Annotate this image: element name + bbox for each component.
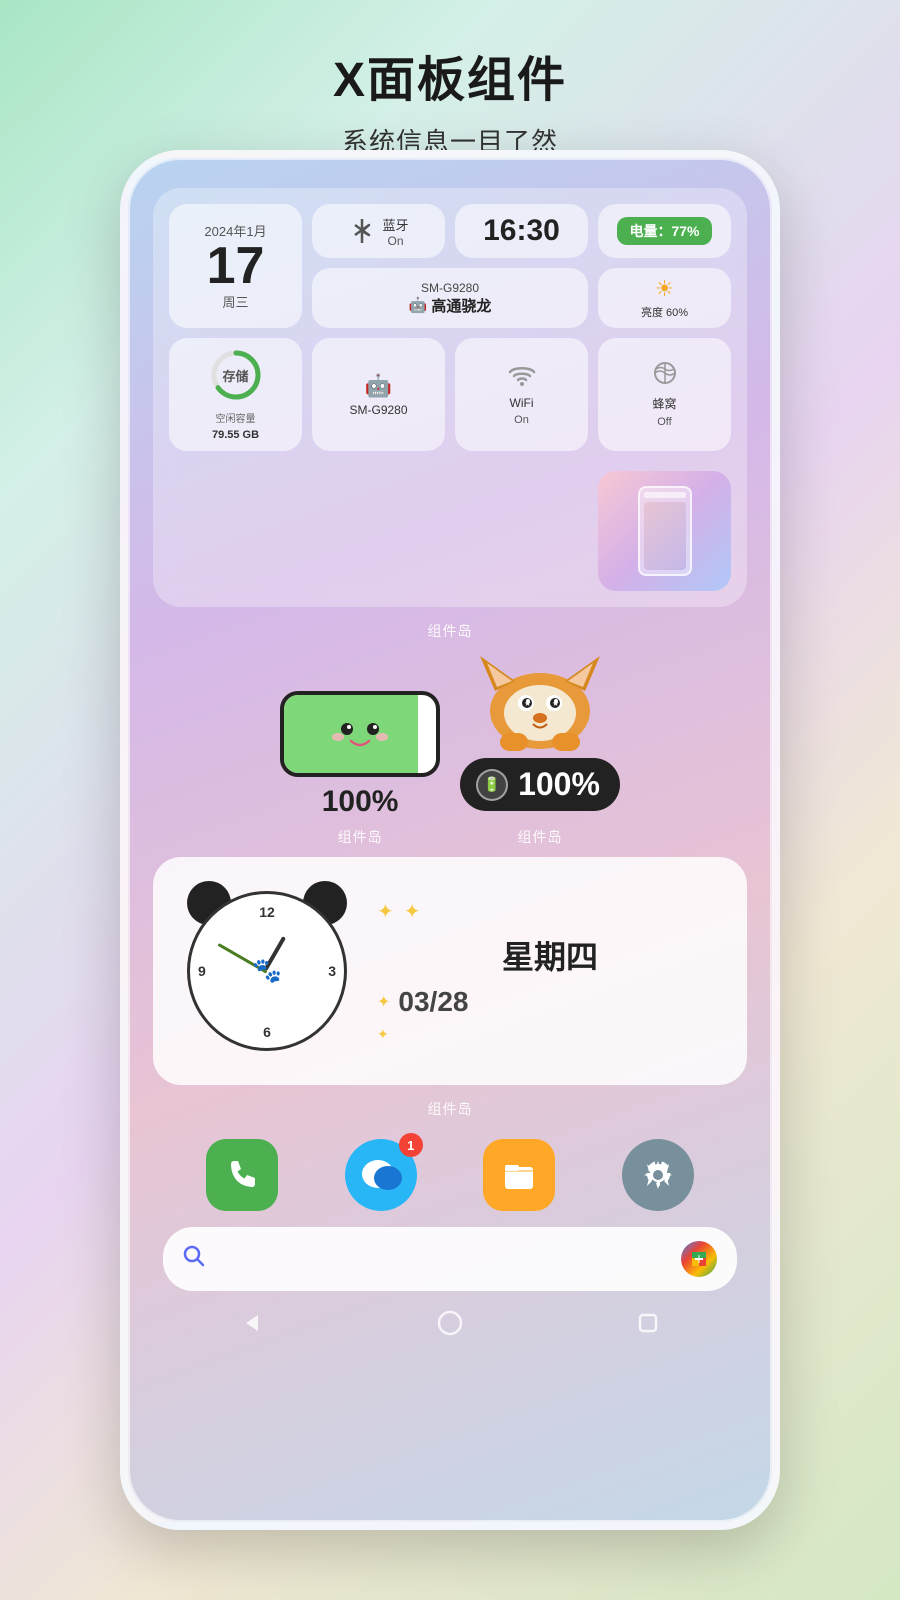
cute-battery [280, 691, 440, 777]
sparkle-row: ✦ ✦ [377, 899, 723, 924]
brightness-label: 亮度 60% [641, 304, 688, 320]
wifi-status: On [514, 414, 529, 426]
battery-bar: 电量：77% [617, 217, 711, 245]
corgi-battery-bar: 🔋 100% [460, 758, 620, 811]
device-model: SM-G9280 [421, 281, 479, 295]
time-display: 16:30 [483, 214, 560, 248]
widget-island-label-3: 组件岛 [518, 827, 563, 847]
messages-badge: 1 [399, 1133, 423, 1157]
corgi-emoji: ★ ★ [470, 651, 610, 774]
brightness-icon: ☀ [655, 276, 675, 302]
files-app-icon-wrap[interactable] [483, 1139, 555, 1211]
settings-app-icon-wrap[interactable] [622, 1139, 694, 1211]
sparkle-icon-4: ✦ [377, 1026, 389, 1043]
date-day: 17 [207, 240, 265, 292]
corgi-battery-icon: 🔋 [476, 769, 508, 801]
clock-date-display: 03/28 [398, 986, 468, 1018]
brightness-cell: ☀ 亮度 60% [598, 268, 731, 328]
widget-island-label-4: 组件岛 [153, 1099, 747, 1119]
clock-widget: 12 3 6 9 🐾 ✦ ✦ [153, 857, 747, 1085]
wifi-label: WiFi [510, 396, 534, 410]
paw-center: 🐾 [252, 957, 282, 986]
clock-date-section: ✦ ✦ 星期四 ✦ 03/28 ✦ [377, 899, 723, 1043]
settings-app-icon[interactable] [622, 1139, 694, 1211]
sm-model-label: SM-G9280 [349, 403, 407, 417]
info-panel-widget: 2024年1月 17 周三 蓝牙 On [153, 188, 747, 607]
cute-battery-face [325, 709, 395, 760]
search-bar[interactable] [163, 1227, 737, 1291]
nav-bar [153, 1291, 747, 1349]
phone-app-icon[interactable] [206, 1139, 278, 1211]
page-background: X面板组件 系统信息一目了然 2024年1月 17 周三 [0, 0, 900, 1600]
messages-app-icon-wrap[interactable]: 1 [345, 1139, 417, 1211]
bluetooth-cell[interactable]: 蓝牙 On [312, 204, 445, 258]
nav-home-button[interactable] [430, 1303, 470, 1343]
date-weekday: 周三 [222, 292, 248, 311]
nav-back-button[interactable] [232, 1303, 272, 1343]
device-cell: SM-G9280 🤖 高通骁龙 [312, 268, 588, 328]
phone-frame: 2024年1月 17 周三 蓝牙 On [120, 150, 780, 1530]
corgi-percent: 100% [518, 766, 600, 803]
widget-island-label-2: 组件岛 [338, 827, 383, 847]
clock-num-9: 9 [198, 963, 206, 979]
cellular-icon [653, 361, 677, 391]
search-logo [681, 1241, 717, 1277]
date-cell: 2024年1月 17 周三 [169, 204, 302, 328]
storage-label: 存储 [222, 366, 248, 385]
battery-label: 电量：77% [629, 223, 699, 239]
phone-app-icon-wrap[interactable] [206, 1139, 278, 1211]
storage-ring: 存储 [209, 348, 263, 402]
battery-percent-1: 100% [322, 785, 399, 819]
dock-area: 1 [153, 1139, 747, 1349]
svg-text:★: ★ [552, 699, 559, 708]
android-icon: 🤖 [409, 296, 428, 314]
info-grid: 2024年1月 17 周三 蓝牙 On [169, 204, 731, 328]
battery-cell: 电量：77% [598, 204, 731, 258]
bluetooth-icon [348, 217, 376, 245]
search-icon [183, 1245, 205, 1273]
clock-num-3: 3 [328, 963, 336, 979]
time-cell: 16:30 [455, 204, 588, 258]
sm-model-cell: 🤖 SM-G9280 [312, 338, 445, 451]
sparkle-icon-1: ✦ [377, 899, 394, 924]
clock-face: 12 3 6 9 🐾 [187, 891, 347, 1051]
cellular-label: 蜂窝 [652, 395, 676, 412]
svg-text:★: ★ [524, 699, 531, 708]
clock-num-6: 6 [263, 1024, 271, 1040]
wifi-cell[interactable]: WiFi On [455, 338, 588, 451]
wifi-icon [508, 364, 536, 392]
phone-screenshot-cell [598, 471, 731, 591]
bluetooth-label: 蓝牙 On [382, 215, 408, 248]
corgi-battery-widget: ★ ★ 🔋 100% [460, 651, 620, 847]
clock-num-12: 12 [259, 904, 275, 920]
cellular-status: Off [657, 416, 671, 428]
bottom-cells: 存储 空闲容量 79.55 GB 🤖 SM-G9280 [169, 338, 731, 591]
search-input-area[interactable] [217, 1249, 669, 1269]
device-chip: 🤖 高通骁龙 [409, 295, 492, 316]
files-app-icon[interactable] [483, 1139, 555, 1211]
nav-recent-button[interactable] [628, 1303, 668, 1343]
android-small-icon: 🤖 [365, 373, 392, 399]
page-title: X面板组件 [0, 0, 900, 110]
sparkle-icon-3: ✦ [377, 992, 390, 1012]
widget-island-label-1: 组件岛 [153, 621, 747, 641]
battery-widgets-row: 100% 组件岛 [153, 651, 747, 847]
storage-cell: 存储 空闲容量 79.55 GB [169, 338, 302, 451]
sparkle-row-2: ✦ [377, 1026, 723, 1043]
cute-battery-widget: 100% 组件岛 [280, 691, 440, 847]
sparkle-icon-2: ✦ [404, 899, 421, 924]
storage-free-label: 空闲容量 [216, 410, 256, 425]
cellular-cell[interactable]: 蜂窝 Off [598, 338, 731, 451]
dock-icons: 1 [153, 1139, 747, 1211]
storage-size: 79.55 GB [212, 429, 259, 441]
panda-clock: 12 3 6 9 🐾 [177, 881, 357, 1061]
corgi-container: ★ ★ 🔋 100% [460, 651, 620, 811]
clock-weekday: 星期四 [377, 932, 723, 978]
